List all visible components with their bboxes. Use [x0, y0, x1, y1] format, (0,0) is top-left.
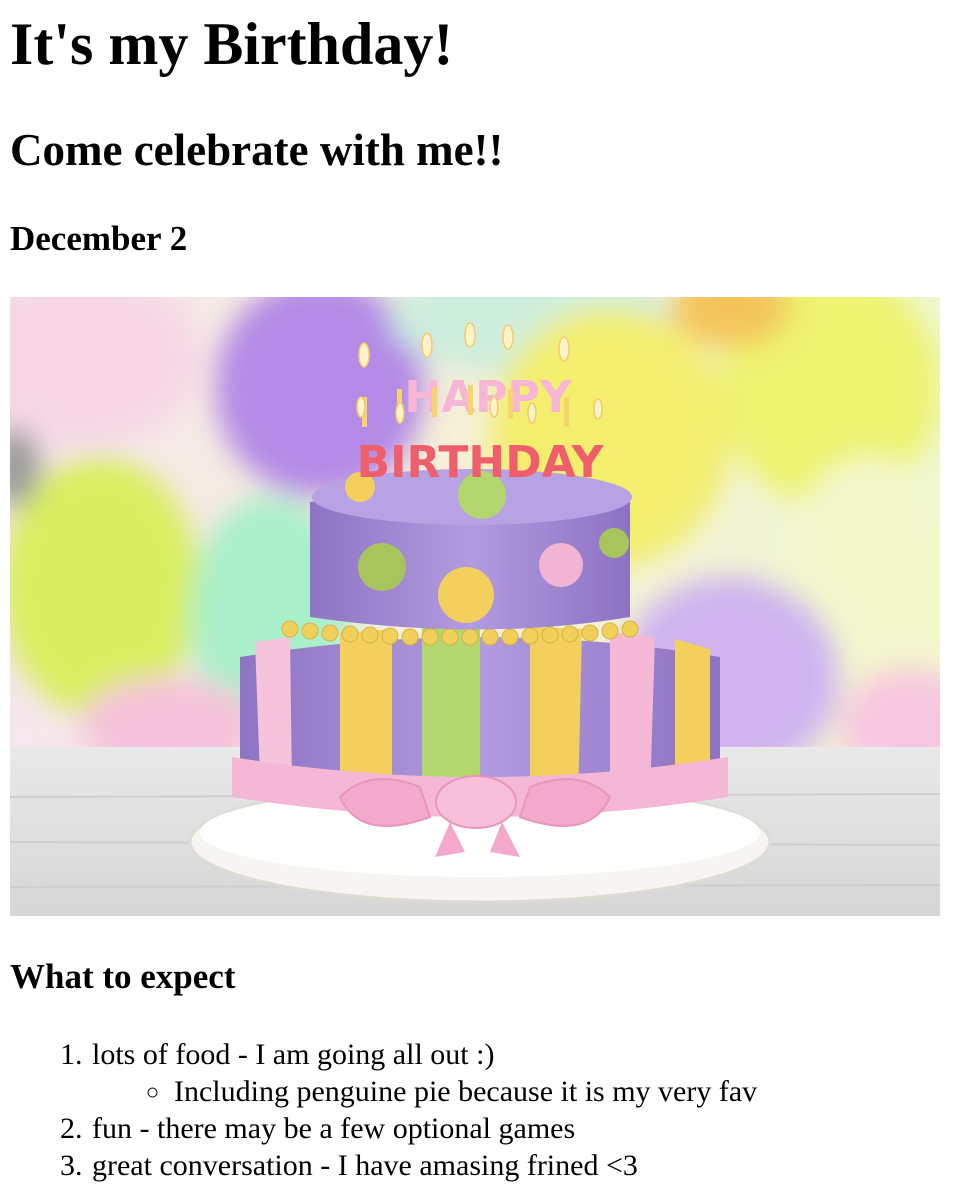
- page-subtitle: Come celebrate with me!!: [10, 125, 504, 175]
- happy-topper: HAPPY: [404, 372, 572, 423]
- list-item: great conversation - I have amasing frin…: [90, 1147, 950, 1184]
- expect-list: lots of food - I am going all out :) Inc…: [90, 1036, 950, 1184]
- sub-list-item: Including penguine pie because it is my …: [172, 1073, 950, 1110]
- list-item: lots of food - I am going all out :) Inc…: [90, 1036, 950, 1110]
- sub-list: Including penguine pie because it is my …: [92, 1073, 950, 1110]
- list-item: fun - there may be a few optional games: [90, 1110, 950, 1147]
- birthday-topper: BIRTHDAY: [357, 437, 605, 488]
- event-date: December 2: [10, 219, 188, 258]
- what-to-expect-heading: What to expect: [10, 957, 236, 996]
- list-item-text: lots of food - I am going all out :): [92, 1038, 495, 1071]
- birthday-cake-image: HAPPY BIRTHDAY: [10, 297, 940, 916]
- page-title: It's my Birthday!: [10, 11, 454, 77]
